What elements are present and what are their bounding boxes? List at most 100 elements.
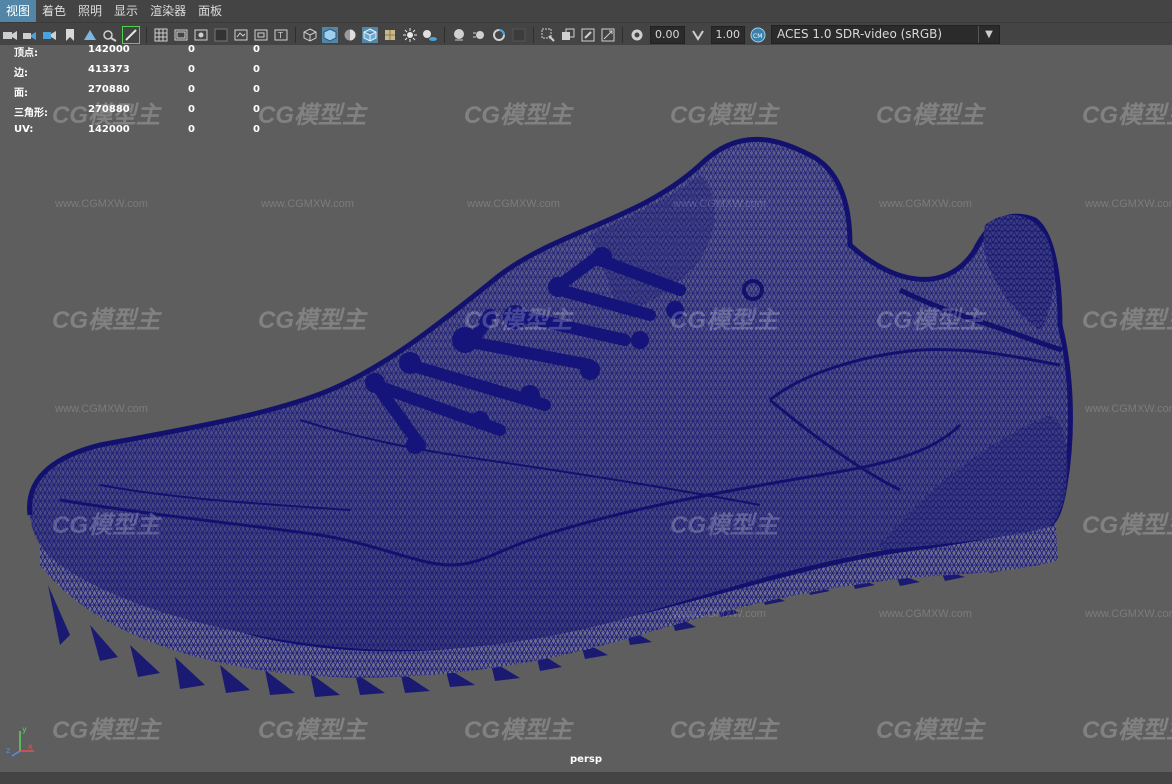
watermark-logo: CG模型主	[52, 307, 160, 334]
shadows-icon[interactable]	[422, 27, 438, 43]
watermark-url: www.CGMXW.com	[673, 608, 766, 620]
color-management-icon[interactable]: CM	[750, 27, 766, 43]
image-plane-icon[interactable]	[82, 27, 98, 43]
menu-view[interactable]: 视图	[0, 0, 37, 22]
menu-renderer[interactable]: 渲染器	[144, 0, 192, 22]
gamma-icon[interactable]	[690, 27, 706, 43]
grease-pencil-icon[interactable]	[122, 25, 140, 44]
use-all-lights-icon[interactable]	[402, 27, 418, 43]
hud-value: 142000	[88, 44, 130, 55]
watermark-logo: CG模型主	[52, 717, 160, 744]
bookmark-icon[interactable]	[62, 27, 78, 43]
motion-blur-icon[interactable]	[471, 27, 487, 43]
wireframe-cube-icon[interactable]	[302, 27, 318, 43]
depth-of-field-icon[interactable]	[511, 27, 527, 43]
screen-space-ao-icon[interactable]	[451, 27, 467, 43]
watermark-logo: CG模型主	[1082, 102, 1172, 129]
watermark-logo: CG模型主	[876, 102, 984, 129]
menu-panels[interactable]: 面板	[192, 0, 228, 22]
menu-lighting[interactable]: 照明	[72, 0, 108, 22]
viewport-toolbar: T 0.00 1.00 CM ACES 1.0 SDR-video (sRGB)…	[0, 22, 1172, 46]
hud-value: 0	[253, 104, 260, 115]
hud-label: 三角形:	[14, 108, 48, 119]
hud-value: 0	[253, 44, 260, 55]
camera-attributes-icon[interactable]	[42, 27, 58, 43]
watermark-url: www.CGMXW.com	[1085, 198, 1172, 210]
hud-value: 0	[253, 124, 260, 135]
camera-name-label: persp	[570, 754, 602, 765]
hud-value: 270880	[88, 104, 130, 115]
watermark-logo: CG模型主	[670, 307, 778, 334]
menu-shading[interactable]: 着色	[36, 0, 72, 22]
watermark-logo: CG模型主	[1082, 512, 1172, 539]
watermark-logo: CG模型主	[464, 717, 572, 744]
shoe-wireframe-mesh[interactable]	[0, 45, 1172, 784]
watermark-url: www.CGMXW.com	[55, 403, 148, 415]
view-transform-value: ACES 1.0 SDR-video (sRGB)	[777, 27, 943, 41]
hud-label: 边:	[14, 68, 28, 79]
watermark-logo: CG模型主	[876, 307, 984, 334]
watermark-url: www.CGMXW.com	[879, 198, 972, 210]
axis-y-label: y	[22, 725, 27, 734]
watermark-logo: CG模型主	[52, 512, 160, 539]
field-chart-icon[interactable]	[233, 27, 249, 43]
camera-icon[interactable]	[2, 27, 18, 43]
watermark-logo: CG模型主	[670, 102, 778, 129]
hud-value: 0	[188, 84, 195, 95]
svg-text:T: T	[277, 31, 283, 40]
watermark-logo: CG模型主	[1082, 307, 1172, 334]
gate-mask-icon[interactable]	[213, 27, 229, 43]
watermark-url: www.CGMXW.com	[1085, 608, 1172, 620]
xray-active-components-icon[interactable]	[580, 27, 596, 43]
watermark-logo: CG模型主	[464, 102, 572, 129]
toolbar-separator	[533, 26, 534, 43]
watermark-url: www.CGMXW.com	[261, 198, 354, 210]
watermark-logo: CG模型主	[670, 717, 778, 744]
grid-icon[interactable]	[153, 27, 169, 43]
viewport-bottom-border	[0, 772, 1172, 784]
gamma-field[interactable]: 1.00	[710, 25, 745, 44]
menu-show[interactable]: 显示	[108, 0, 144, 22]
safe-action-icon[interactable]	[253, 27, 269, 43]
hud-value: 270880	[88, 84, 130, 95]
watermark-url: www.CGMXW.com	[55, 198, 148, 210]
watermark-logo: CG模型主	[464, 307, 572, 334]
xray-joints-icon[interactable]	[600, 27, 616, 43]
textured-icon[interactable]	[382, 27, 398, 43]
watermark-logo: CG模型主	[670, 512, 778, 539]
toolbar-separator	[146, 26, 147, 43]
hud-label: UV:	[14, 124, 34, 135]
watermark-url: www.CGMXW.com	[673, 198, 766, 210]
chevron-down-icon[interactable]: ▼	[978, 26, 999, 43]
smooth-shade-cube-icon[interactable]	[322, 26, 338, 43]
resolution-gate-icon[interactable]	[193, 27, 209, 43]
hud-value: 0	[188, 44, 195, 55]
safe-title-icon[interactable]: T	[273, 27, 289, 43]
toolbar-separator	[295, 26, 296, 43]
watermark-logo: CG模型主	[258, 307, 366, 334]
xray-icon[interactable]	[560, 27, 576, 43]
default-material-icon[interactable]	[342, 27, 358, 43]
watermark-url: www.CGMXW.com	[1085, 403, 1172, 415]
hud-value: 0	[188, 104, 195, 115]
watermark-url: www.CGMXW.com	[879, 608, 972, 620]
2d-pan-zoom-icon[interactable]	[102, 27, 118, 43]
hud-value: 142000	[88, 124, 130, 135]
perspective-viewport[interactable]: CG模型主 CG模型主 CG模型主 CG模型主 CG模型主 CG模型主 CG模型…	[0, 45, 1172, 784]
svg-text:CM: CM	[753, 33, 762, 40]
isolate-select-icon[interactable]	[540, 27, 556, 43]
toolbar-separator	[444, 26, 445, 43]
exposure-icon[interactable]	[629, 27, 645, 43]
watermark-logo: CG模型主	[876, 717, 984, 744]
camera-lock-icon[interactable]	[22, 27, 38, 43]
exposure-field[interactable]: 0.00	[650, 25, 685, 44]
hud-value: 0	[253, 84, 260, 95]
toolbar-separator	[622, 26, 623, 43]
watermark-url: www.CGMXW.com	[467, 198, 560, 210]
wireframe-on-shaded-icon[interactable]	[362, 26, 378, 43]
view-transform-dropdown[interactable]: ACES 1.0 SDR-video (sRGB) ▼	[771, 25, 1000, 44]
viewport-menu-bar: 视图 着色 照明 显示 渲染器 面板	[0, 0, 1172, 22]
anti-aliasing-icon[interactable]	[491, 27, 507, 43]
film-gate-icon[interactable]	[173, 27, 189, 43]
watermark-logo: CG模型主	[258, 717, 366, 744]
